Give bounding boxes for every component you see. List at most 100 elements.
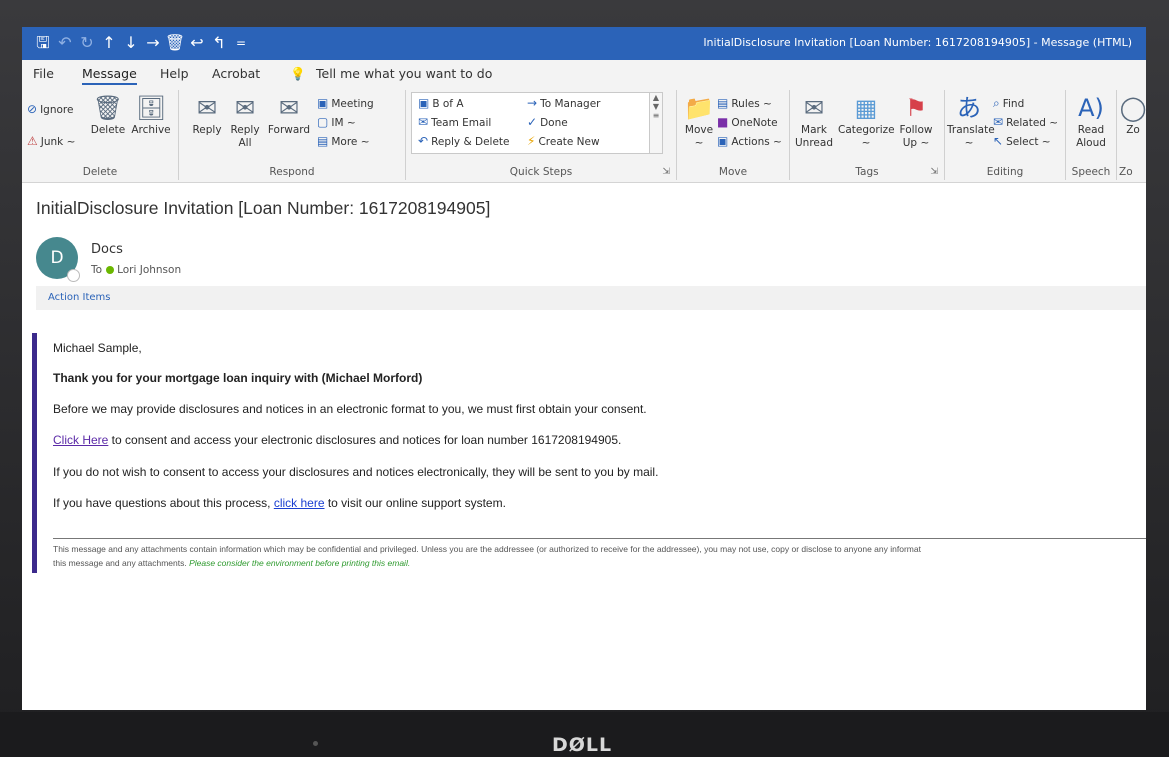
delete-button[interactable]: 🗑 Delete	[88, 95, 128, 137]
menu-message[interactable]: Message	[82, 66, 137, 85]
zoom-group: ◯ Zo Zo	[1117, 90, 1146, 180]
consent-text: to consent and access your electronic di…	[108, 433, 622, 447]
thanks-line: Thank you for your mortgage loan inquiry…	[53, 371, 423, 385]
tell-me-search[interactable]: Tell me what you want to do	[316, 66, 492, 81]
webcam-icon	[313, 741, 318, 746]
arrow-right-icon: →	[527, 96, 538, 110]
quickstep-b-of-a[interactable]: ▣ B of A	[418, 96, 464, 111]
questions-pre: If you have questions about this process…	[53, 496, 274, 510]
categorize-icon: ▦	[854, 94, 878, 122]
save-icon[interactable]: 🖫	[32, 34, 54, 52]
mark-unread-button[interactable]: ✉ Mark Unread	[792, 95, 836, 150]
delete-icon[interactable]: 🗑	[164, 34, 186, 52]
right-arrow-icon[interactable]: →	[142, 34, 164, 52]
more-respond-button[interactable]: ▤ More ~	[317, 134, 370, 149]
onenote-icon: ■	[717, 115, 729, 129]
junk-button[interactable]: ⚠ Junk ~	[27, 134, 75, 149]
body-accent-bar	[32, 333, 37, 573]
quick-steps-gallery: ▣ B of A ✉ Team Email ↶ Reply & Delete → To …	[411, 92, 663, 154]
menu-acrobat[interactable]: Acrobat	[212, 66, 260, 81]
calendar-icon: ▣	[317, 96, 329, 110]
group-label: Move	[718, 166, 748, 178]
more-icon: ▤	[317, 134, 329, 148]
quick-access-toolbar: 🖫 ↶ ↻ ↑ ↓ → 🗑 ↩ ↰ =	[32, 34, 252, 52]
undo-icon[interactable]: ↶	[54, 34, 76, 52]
respond-group: ✉ Reply ✉ Reply All ✉ Forward ▣ Meeting ▢ IM ~…	[179, 90, 406, 180]
menu-file[interactable]: File	[33, 66, 54, 81]
recipient-name[interactable]: Lori Johnson	[117, 264, 181, 276]
mail-icon: ✉	[418, 115, 429, 129]
brand-logo: DØLL	[552, 734, 613, 756]
ignore-button[interactable]: ⊘ Ignore	[27, 102, 73, 117]
ignore-icon: ⊘	[27, 102, 38, 116]
group-label: Delete	[82, 166, 118, 178]
consent-line: Click Here to consent and access your el…	[53, 433, 621, 447]
ribbon: ⊘ Ignore ⚠ Junk ~ 🗑 Delete 🗄 Archive Delete …	[22, 86, 1146, 183]
related-icon: ✉	[993, 115, 1004, 129]
rules-icon: ▤	[717, 96, 729, 110]
dialog-launcher-icon[interactable]: ⇲	[930, 167, 938, 177]
read-aloud-icon: A)	[1078, 94, 1104, 122]
zoom-button[interactable]: ◯ Zo	[1119, 95, 1146, 137]
customize-icon[interactable]: =	[230, 34, 252, 52]
disclaimer-line-2: this message and any attachments. Please…	[53, 558, 1146, 568]
action-items-label[interactable]: Action Items	[48, 292, 110, 303]
translate-button[interactable]: あ Translate ~	[947, 95, 995, 150]
menu-bar: File Message Help Acrobat 💡 Tell me what…	[22, 60, 1146, 86]
rules-button[interactable]: ▤ Rules ~	[717, 96, 772, 111]
cursor-icon: ↖	[993, 134, 1004, 148]
recipient-line: To Lori Johnson	[91, 264, 181, 276]
dialog-launcher-icon[interactable]: ⇲	[662, 167, 670, 177]
speech-group: A) Read Aloud Speech	[1066, 90, 1117, 180]
action-items-bar[interactable]: Action Items	[36, 286, 1146, 310]
menu-help[interactable]: Help	[160, 66, 189, 81]
meeting-button[interactable]: ▣ Meeting	[317, 96, 374, 111]
actions-button[interactable]: ▣ Actions ~	[717, 134, 782, 149]
follow-up-button[interactable]: ⚑ Follow Up ~	[896, 95, 936, 150]
junk-icon: ⚠	[27, 134, 38, 148]
quickstep-done[interactable]: ✓ Done	[527, 115, 568, 130]
down-arrow-icon[interactable]: ↓	[120, 34, 142, 52]
group-label: Zo	[1119, 166, 1133, 178]
tags-group: ✉ Mark Unread ▦ Categorize ~ ⚑ Follow Up ~ Tag…	[790, 90, 945, 180]
greeting: Michael Sample,	[53, 341, 142, 355]
title-bar: 🖫 ↶ ↻ ↑ ↓ → 🗑 ↩ ↰ = InitialDisclosure In…	[22, 27, 1146, 60]
quickstep-team-email[interactable]: ✉ Team Email	[418, 115, 491, 130]
quickstep-to-manager[interactable]: → To Manager	[527, 96, 600, 111]
reply-all-icon[interactable]: ↩	[186, 34, 208, 52]
click-here-link[interactable]: Click Here	[53, 433, 108, 447]
read-aloud-button[interactable]: A) Read Aloud	[1070, 95, 1112, 150]
redo-icon[interactable]: ↻	[76, 34, 98, 52]
support-link[interactable]: click here	[274, 496, 325, 510]
presence-available-icon	[106, 266, 115, 274]
forward-mail-icon: ✉	[278, 94, 300, 122]
archive-icon: 🗄	[135, 94, 167, 122]
categorize-button[interactable]: ▦ Categorize ~	[838, 94, 895, 150]
questions-line: If you have questions about this process…	[53, 496, 506, 510]
related-button[interactable]: ✉ Related ~	[993, 115, 1058, 130]
up-arrow-icon[interactable]: ↑	[98, 34, 120, 52]
group-label: Quick Steps	[509, 166, 573, 178]
group-label: Tags	[855, 166, 879, 178]
select-button[interactable]: ↖ Select ~	[993, 134, 1051, 149]
reply-icon[interactable]: ↰	[208, 34, 230, 52]
onenote-button[interactable]: ■ OneNote	[717, 115, 778, 130]
forward-button[interactable]: ✉ Forward	[267, 95, 311, 137]
sender-name[interactable]: Docs	[91, 242, 123, 257]
move-button[interactable]: 📁 Move ~	[681, 95, 717, 150]
reply-button[interactable]: ✉ Reply	[189, 95, 225, 137]
gallery-scroll[interactable]: ▲ ▼ ≡	[649, 93, 662, 153]
actions-icon: ▣	[717, 134, 729, 148]
chat-icon: ▢	[317, 115, 329, 129]
archive-button[interactable]: 🗄 Archive	[128, 95, 174, 137]
quickstep-reply-delete[interactable]: ↶ Reply & Delete	[418, 134, 510, 149]
delete-group: ⊘ Ignore ⚠ Junk ~ 🗑 Delete 🗄 Archive Delete	[22, 90, 179, 180]
move-group: 📁 Move ~ ▤ Rules ~ ■ OneNote ▣ Actions ~ Move	[677, 90, 790, 180]
lightning-icon: ⚡	[527, 134, 536, 148]
questions-post: to visit our online support system.	[324, 496, 506, 510]
mail-note: If you do not wish to consent to access …	[53, 465, 659, 479]
reply-all-button[interactable]: ✉ Reply All	[227, 95, 263, 150]
im-button[interactable]: ▢ IM ~	[317, 115, 356, 130]
quickstep-create-new[interactable]: ⚡ Create New	[527, 134, 600, 149]
find-button[interactable]: ⌕ Find	[993, 96, 1024, 111]
